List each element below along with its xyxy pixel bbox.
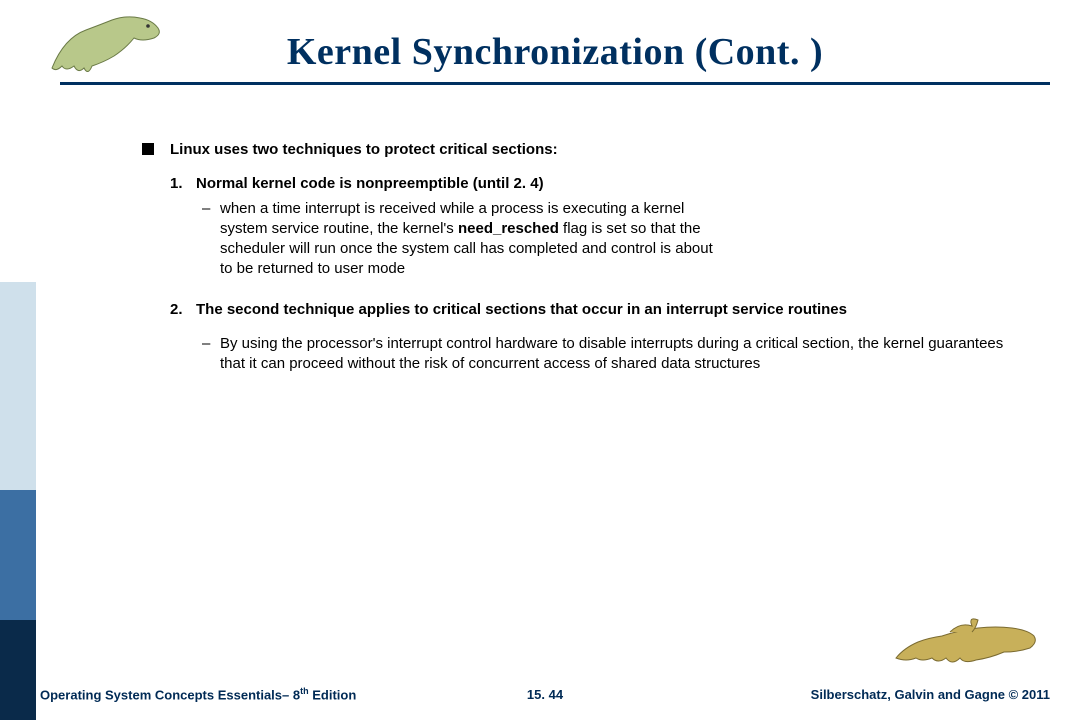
- bullet-square-icon: [142, 143, 154, 155]
- item-number: 1.: [170, 174, 194, 194]
- item-number: 2.: [170, 300, 194, 320]
- band-dark: [0, 620, 36, 720]
- list-item: 2. The second technique applies to criti…: [196, 300, 1010, 375]
- band-light: [0, 282, 36, 490]
- footer-left-a: Operating System Concepts Essentials– 8: [40, 687, 300, 702]
- footer-right: Silberschatz, Galvin and Gagne © 2011: [811, 687, 1050, 702]
- list-item: 1. Normal kernel code is nonpreemptible …: [196, 174, 1010, 279]
- lead-bullet: Linux uses two techniques to protect cri…: [170, 140, 1010, 160]
- slide-title: Kernel Synchronization (Cont. ): [60, 30, 1050, 74]
- footer-left: Operating System Concepts Essentials– 8t…: [40, 686, 356, 702]
- footer-left-b: Edition: [309, 687, 357, 702]
- keyword-need-resched: need_resched: [458, 220, 559, 237]
- item-text: The second technique applies to critical…: [196, 300, 1010, 320]
- slide: Kernel Synchronization (Cont. ) Linux us…: [0, 0, 1080, 720]
- title-rule: [60, 82, 1050, 85]
- sub-point: when a time interrupt is received while …: [220, 199, 720, 280]
- band-white: [0, 82, 36, 282]
- sub-point: By using the processor's interrupt contr…: [220, 334, 1010, 375]
- content-area: Linux uses two techniques to protect cri…: [170, 140, 1010, 374]
- footer-left-sup: th: [300, 686, 309, 696]
- numbered-list: 1. Normal kernel code is nonpreemptible …: [196, 174, 1010, 374]
- band-mid: [0, 490, 36, 620]
- lead-text: Linux uses two techniques to protect cri…: [170, 140, 1010, 160]
- footer-center: 15. 44: [527, 687, 563, 702]
- sidebar-bands: [0, 0, 36, 720]
- item-text: Normal kernel code is nonpreemptible (un…: [196, 174, 696, 194]
- footer: Operating System Concepts Essentials– 8t…: [40, 662, 1050, 702]
